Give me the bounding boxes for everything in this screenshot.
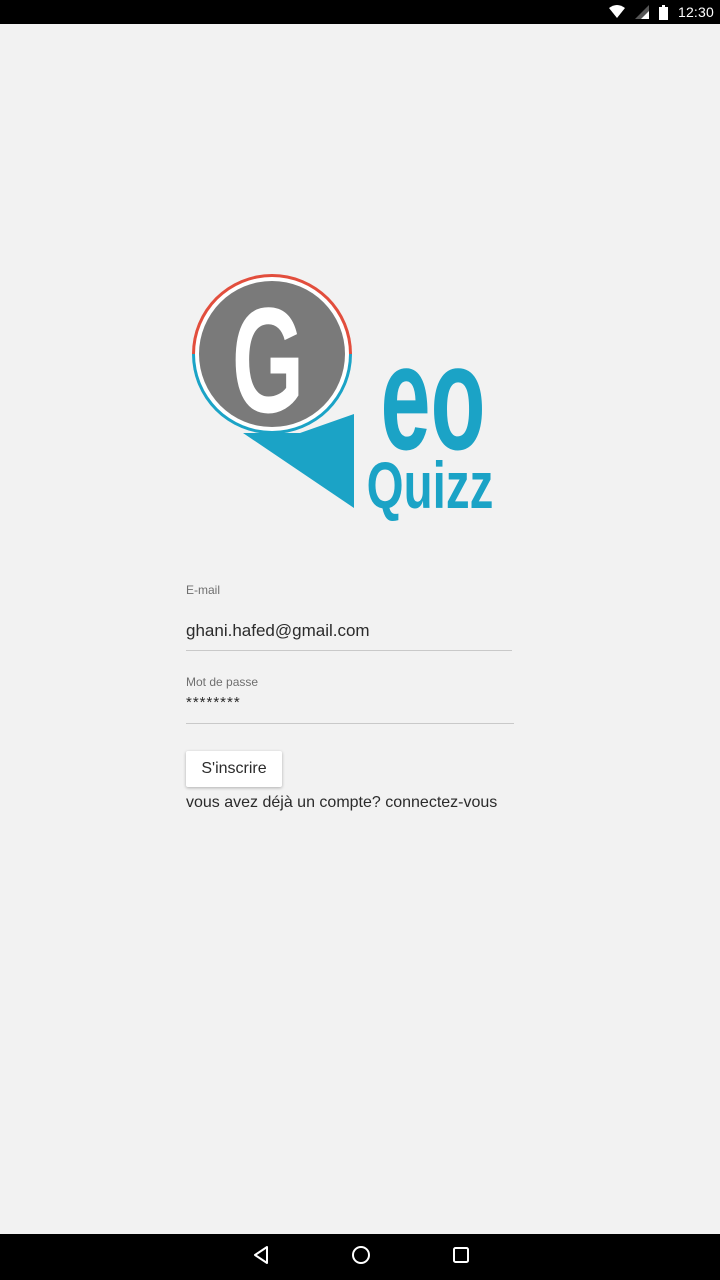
- back-icon: [252, 1245, 270, 1270]
- password-label: Mot de passe: [186, 675, 259, 689]
- email-label: E-mail: [186, 583, 221, 597]
- email-field[interactable]: [186, 619, 518, 643]
- logo-letter-g: G: [232, 277, 304, 444]
- password-field-group: Mot de passe: [186, 674, 518, 724]
- signal-icon: [634, 5, 649, 19]
- back-button[interactable]: [233, 1234, 289, 1280]
- recents-button[interactable]: [433, 1234, 489, 1280]
- signup-screen: G eo Quizz E-mail Mot de passe S'inscrir…: [0, 24, 720, 1234]
- signup-button[interactable]: S'inscrire: [186, 751, 282, 787]
- password-field[interactable]: [186, 692, 518, 714]
- home-button[interactable]: [333, 1234, 389, 1280]
- email-underline: [186, 650, 512, 651]
- status-time: 12:30: [677, 4, 714, 20]
- password-underline: [186, 723, 514, 724]
- status-icons: 12:30: [608, 0, 714, 24]
- signup-form: E-mail Mot de passe: [186, 582, 518, 724]
- logo-word-quizz: Quizz: [367, 449, 494, 522]
- recents-icon: [452, 1246, 470, 1269]
- geoquizz-logo: G eo Quizz: [192, 274, 494, 523]
- status-bar: 12:30: [0, 0, 720, 24]
- wifi-icon: [608, 5, 625, 19]
- email-field-group: E-mail: [186, 582, 518, 651]
- navigation-bar: [0, 1234, 720, 1280]
- battery-icon: [658, 4, 668, 20]
- home-icon: [351, 1245, 371, 1270]
- login-link[interactable]: vous avez déjà un compte? connectez-vous: [186, 794, 497, 812]
